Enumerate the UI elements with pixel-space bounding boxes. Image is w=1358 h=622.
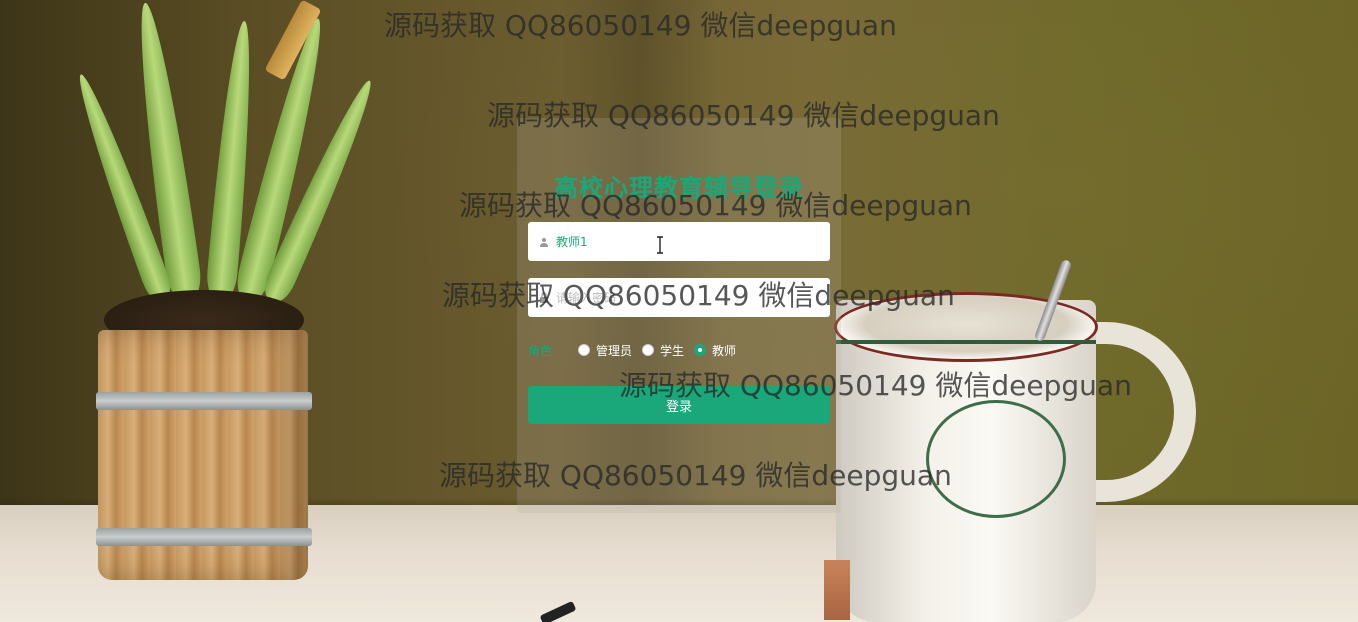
username-input[interactable] — [556, 226, 816, 257]
role-selector: 角色 管理员 学生 教师 — [528, 339, 830, 361]
pot-band — [96, 392, 312, 410]
role-option-teacher[interactable]: 教师 — [694, 342, 736, 359]
login-page: 高校心理教育辅导登录 角色 管理员 学 — [0, 0, 1358, 622]
login-button[interactable]: 登录 — [528, 386, 830, 424]
role-option-student[interactable]: 学生 — [642, 342, 684, 359]
radio-teacher[interactable] — [694, 344, 707, 356]
mug-rim — [834, 292, 1098, 362]
radio-student[interactable] — [642, 344, 655, 356]
radio-admin[interactable] — [578, 344, 590, 356]
password-input[interactable] — [556, 282, 816, 313]
mug-stripe — [836, 340, 1096, 344]
user-icon — [538, 236, 550, 248]
text-cursor-icon — [656, 236, 664, 254]
role-label: 角色 — [528, 343, 553, 358]
role-option-label: 管理员 — [596, 343, 633, 358]
login-title: 高校心理教育辅导登录 — [554, 174, 804, 202]
username-field[interactable] — [528, 222, 830, 261]
role-option-label: 教师 — [712, 343, 737, 358]
pot-band — [96, 528, 312, 546]
role-option-label: 学生 — [660, 343, 685, 358]
password-field[interactable] — [528, 278, 830, 317]
lock-icon — [538, 292, 550, 304]
role-option-admin[interactable]: 管理员 — [578, 342, 632, 359]
tea-tag — [824, 560, 850, 620]
mug-emblem — [926, 400, 1066, 518]
